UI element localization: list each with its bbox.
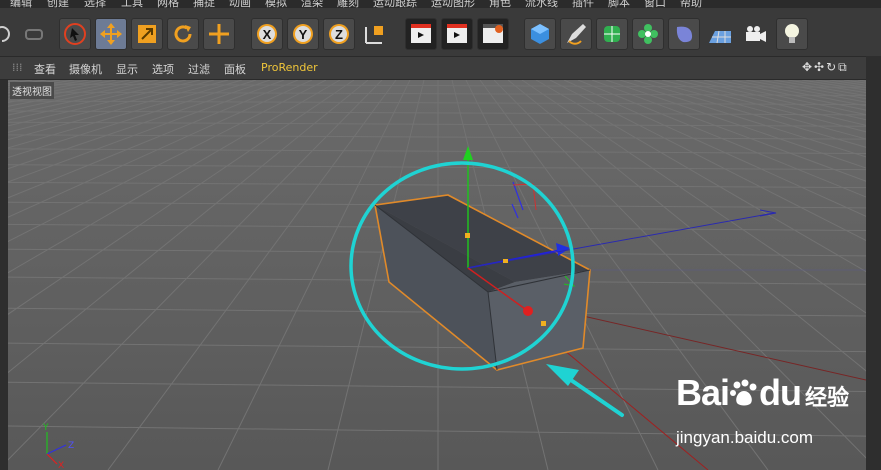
redo-icon[interactable] <box>18 18 50 50</box>
menu-mesh[interactable]: 网格 <box>157 0 179 8</box>
scale-icon[interactable] <box>131 18 163 50</box>
menu-create[interactable]: 创建 <box>47 0 69 8</box>
pen-icon[interactable] <box>560 18 592 50</box>
undo-icon[interactable] <box>0 18 18 50</box>
viewport-menu-prorender[interactable]: ProRender <box>261 61 318 74</box>
axis-label-y: Y <box>42 423 49 433</box>
viewport-menu-view[interactable]: 查看 <box>34 61 56 77</box>
rotate-icon[interactable] <box>167 18 199 50</box>
y-axis-lock-icon[interactable]: Y <box>287 18 319 50</box>
cloner-icon[interactable] <box>632 18 664 50</box>
menu-plugins[interactable]: 插件 <box>572 0 594 8</box>
baidu-watermark: Bai du 经验 <box>676 372 849 414</box>
viewport-grip-icon[interactable]: ⁞⁞⁞ <box>12 61 23 74</box>
main-toolbar: X Y Z <box>0 8 881 57</box>
viewport-navigation-icons[interactable]: ✥✣↻⧉ <box>802 60 849 75</box>
light-icon[interactable] <box>776 18 808 50</box>
menu-pipeline[interactable]: 流水线 <box>525 0 558 8</box>
svg-text:X: X <box>263 27 272 42</box>
viewport-menu-bar: ⁞⁞⁞ 查看 摄像机 显示 选项 过滤 面板 ProRender <box>0 57 866 80</box>
cube-icon[interactable] <box>524 18 556 50</box>
menu-mograph[interactable]: 运动图形 <box>431 0 475 8</box>
deformer-icon[interactable] <box>668 18 700 50</box>
menu-edit[interactable]: 编辑 <box>10 0 32 8</box>
main-menu-bar: 编辑 创建 选择 工具 网格 捕捉 动画 模拟 渲染 雕刻 运动跟踪 运动图形 … <box>0 0 881 8</box>
z-axis-lock-icon[interactable]: Z <box>323 18 355 50</box>
live-select-icon[interactable] <box>59 18 91 50</box>
menu-simulate[interactable]: 模拟 <box>265 0 287 8</box>
render-view-icon[interactable] <box>405 18 437 50</box>
menu-script[interactable]: 脚本 <box>608 0 630 8</box>
paw-icon <box>729 379 759 407</box>
x-axis-lock-icon[interactable]: X <box>251 18 283 50</box>
watermark-cn: 经验 <box>805 386 850 411</box>
menu-sculpt[interactable]: 雕刻 <box>337 0 359 8</box>
watermark-url: jingyan.baidu.com <box>676 428 814 447</box>
menu-select[interactable]: 选择 <box>84 0 106 8</box>
menu-render[interactable]: 渲染 <box>301 0 323 8</box>
viewport-menu-display[interactable]: 显示 <box>116 61 138 77</box>
subdivision-icon[interactable] <box>596 18 628 50</box>
menu-motion-tracking[interactable]: 运动跟踪 <box>373 0 417 8</box>
axis-label-z: Z <box>68 441 74 451</box>
right-panel-strip <box>866 56 881 470</box>
viewport-menu-filter[interactable]: 过滤 <box>188 61 210 77</box>
axis-label-x: X <box>58 461 64 470</box>
menu-help[interactable]: 帮助 <box>680 0 702 8</box>
menu-snap[interactable]: 捕捉 <box>193 0 215 8</box>
move-icon[interactable] <box>95 18 127 50</box>
viewport-menu-cameras[interactable]: 摄像机 <box>69 61 102 77</box>
viewport-camera-label[interactable]: 透视视图 <box>10 82 54 99</box>
watermark-brand: Bai <box>676 372 730 413</box>
svg-text:Z: Z <box>335 27 343 42</box>
render-picture-queue-icon[interactable] <box>441 18 473 50</box>
viewport-menu-panel[interactable]: 面板 <box>224 61 246 77</box>
menu-window[interactable]: 窗口 <box>644 0 666 8</box>
viewport-menu-options[interactable]: 选项 <box>152 61 174 77</box>
menu-tools[interactable]: 工具 <box>121 0 143 8</box>
add-icon[interactable] <box>203 18 235 50</box>
floor-icon[interactable] <box>704 18 736 50</box>
camera-icon[interactable] <box>740 18 772 50</box>
left-palette-strip <box>0 80 8 470</box>
svg-text:Y: Y <box>299 27 308 42</box>
menu-animate[interactable]: 动画 <box>229 0 251 8</box>
watermark-brand-suffix: du <box>759 372 802 413</box>
menu-character[interactable]: 角色 <box>489 0 511 8</box>
render-settings-icon[interactable] <box>477 18 509 50</box>
coordinate-system-icon[interactable] <box>359 18 391 50</box>
